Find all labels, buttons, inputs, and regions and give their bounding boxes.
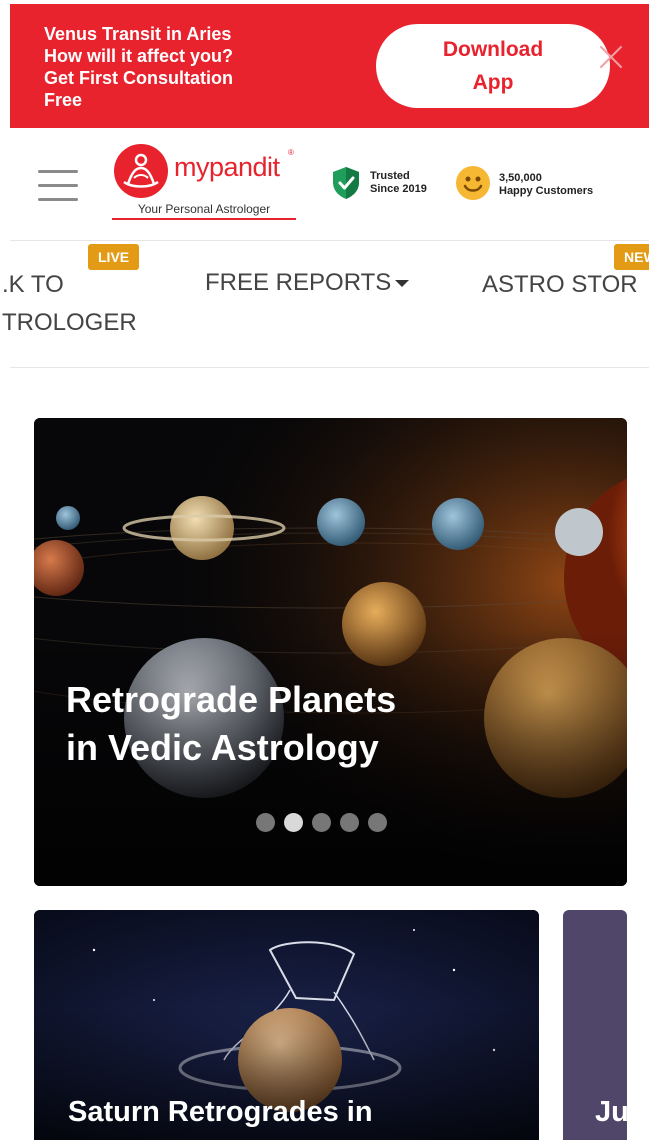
card-title: Ju xyxy=(595,1096,627,1128)
trusted-text: Trusted Since 2019 xyxy=(370,170,427,196)
happy-customers-badge: 3,50,000 Happy Customers xyxy=(456,164,636,204)
promo-line: Get First Consultation xyxy=(44,68,233,88)
promo-line: Free xyxy=(44,90,83,110)
slider-dot[interactable] xyxy=(368,813,387,832)
download-app-button[interactable]: Download App xyxy=(376,24,610,108)
hamburger-icon[interactable] xyxy=(38,168,78,202)
slider-dot[interactable] xyxy=(256,813,275,832)
happy-customers-text: 3,50,000 Happy Customers xyxy=(499,172,593,198)
shield-check-icon xyxy=(332,166,360,200)
logo-trademark: ® xyxy=(288,148,294,157)
article-card[interactable]: Ju xyxy=(563,910,627,1140)
nav-divider xyxy=(10,367,649,368)
slider-dots xyxy=(256,813,387,832)
live-badge: LIVE xyxy=(88,244,140,270)
slider-dot-active[interactable] xyxy=(284,813,303,832)
nav-label: ASTRO STOR xyxy=(482,271,638,298)
nav-label: FREE REPORTS xyxy=(205,269,392,296)
caret-down-icon xyxy=(395,280,410,288)
close-icon[interactable] xyxy=(598,44,624,70)
slider-dot[interactable] xyxy=(312,813,331,832)
trusted-badge: Trusted Since 2019 xyxy=(332,164,452,204)
slider-dot[interactable] xyxy=(340,813,359,832)
happy-line: 3,50,000 xyxy=(499,172,542,184)
promo-banner[interactable]: Venus Transit in Aries How will it affec… xyxy=(10,4,649,128)
trusted-line: Trusted xyxy=(370,170,410,182)
logo[interactable]: mypandit ® Your Personal Astrologer xyxy=(112,140,302,228)
promo-line: Venus Transit in Aries xyxy=(44,24,232,44)
hero-title: Retrograde Planets in Vedic Astrology xyxy=(66,676,396,772)
card-title: Saturn Retrogrades in xyxy=(68,1096,373,1128)
new-badge: NEW xyxy=(614,244,649,270)
promo-text: Venus Transit in Aries How will it affec… xyxy=(44,23,304,111)
hero-title-line: Retrograde Planets xyxy=(66,679,397,720)
lotus-logo-icon xyxy=(114,144,168,198)
logo-tagline: Your Personal Astrologer xyxy=(112,202,296,220)
trusted-line: Since 2019 xyxy=(370,183,427,195)
logo-wordmark: mypandit xyxy=(174,152,280,182)
nav-label: TROLOGER xyxy=(2,309,137,336)
nav-label: .K TO xyxy=(2,271,64,298)
article-card[interactable]: Saturn Retrogrades in xyxy=(34,910,539,1140)
hero-title-line: in Vedic Astrology xyxy=(66,727,379,768)
nav-item-talk-to-astrologer[interactable]: .K TO TROLOGER xyxy=(2,266,137,342)
nav-item-astro-stories[interactable]: ASTRO STOR xyxy=(482,266,638,304)
hero-slide[interactable]: Retrograde Planets in Vedic Astrology xyxy=(34,418,627,886)
promo-line: How will it affect you? xyxy=(44,46,234,66)
nav-item-free-reports[interactable]: FREE REPORTS xyxy=(205,264,410,302)
header-divider xyxy=(10,240,649,241)
smiley-icon xyxy=(456,166,490,200)
download-label: Download xyxy=(442,38,544,61)
happy-line: Happy Customers xyxy=(499,185,594,197)
download-label: App xyxy=(472,71,514,94)
